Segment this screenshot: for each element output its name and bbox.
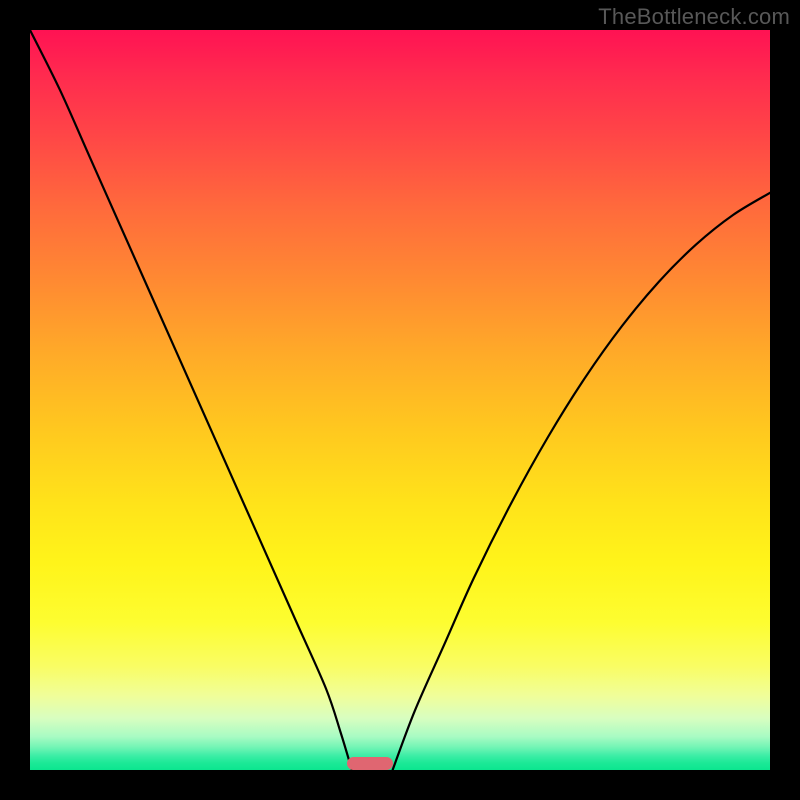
- minimum-marker: [347, 757, 393, 770]
- curve-layer: [30, 30, 770, 770]
- right-branch-curve: [393, 193, 770, 770]
- plot-area: [30, 30, 770, 770]
- watermark-text: TheBottleneck.com: [598, 4, 790, 30]
- chart-frame: TheBottleneck.com: [0, 0, 800, 800]
- left-branch-curve: [30, 30, 352, 770]
